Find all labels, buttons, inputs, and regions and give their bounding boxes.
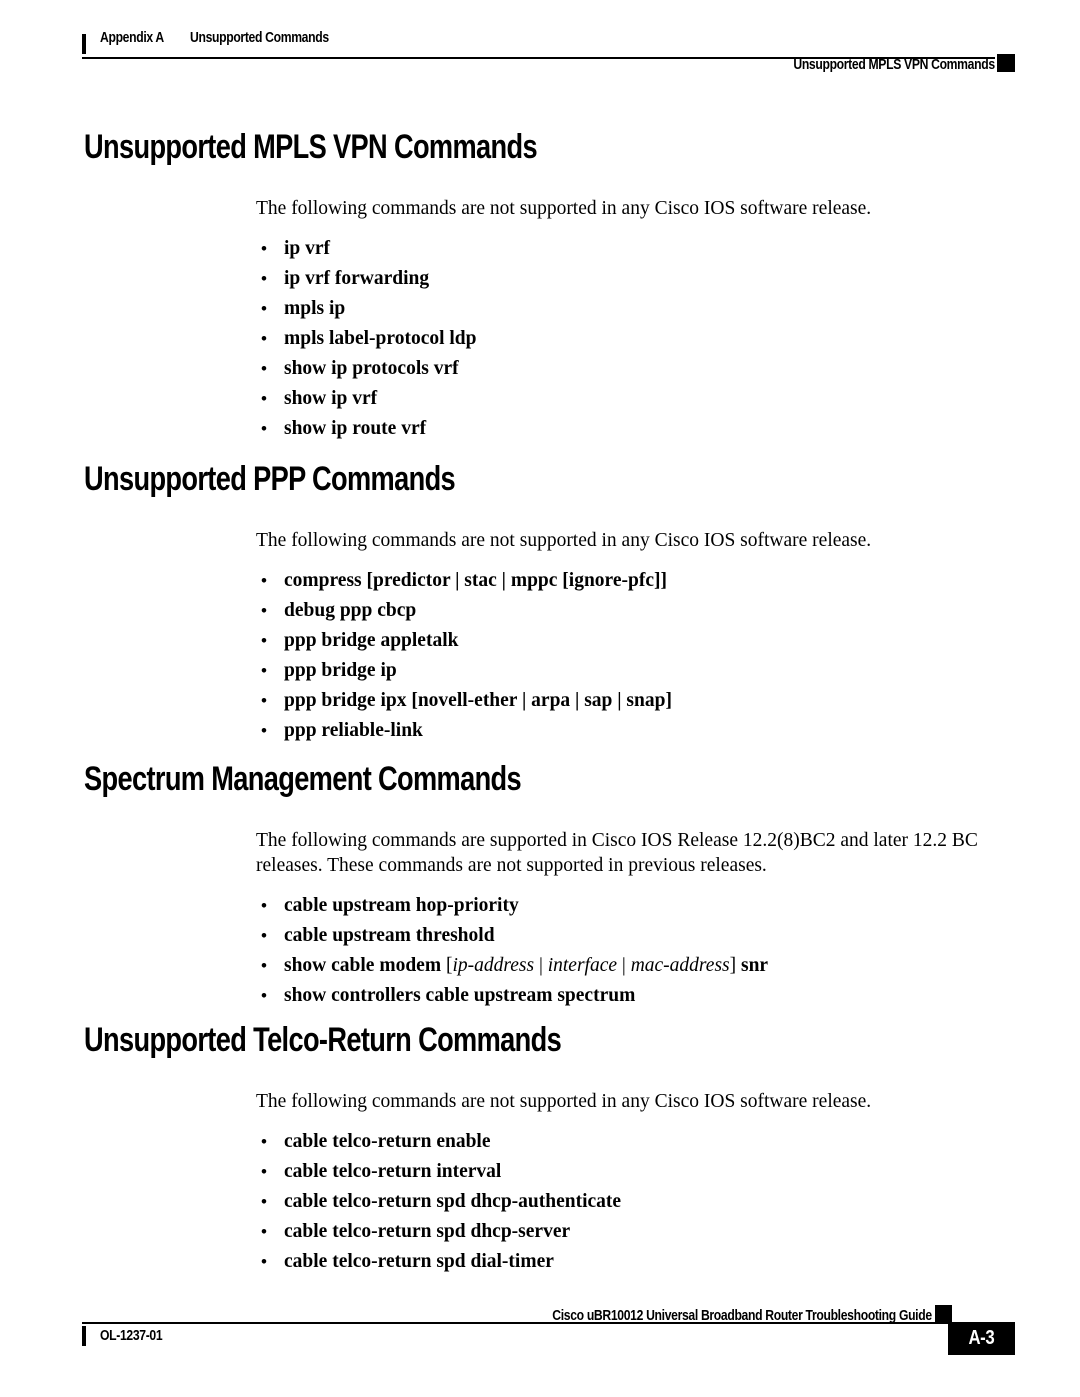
command-token: | [534, 955, 548, 976]
list-item: show ip route vrf [256, 414, 1014, 444]
header-left-group: Appendix A Unsupported Commands [100, 30, 355, 46]
list-item: mpls label-protocol ldp [256, 324, 1014, 354]
list-item: mpls ip [256, 294, 1014, 324]
page-footer: Cisco uBR10012 Universal Broadband Route… [0, 1300, 1080, 1370]
footer-left-tick [82, 1326, 86, 1346]
list-item: ppp reliable-link [256, 716, 1014, 746]
list-item: cable telco-return spd dial-timer [256, 1247, 1014, 1277]
list-item: show ip protocols vrf [256, 354, 1014, 384]
list-item: cable telco-return spd dhcp-authenticate [256, 1187, 1014, 1217]
document-page: Appendix A Unsupported Commands Unsuppor… [0, 0, 1080, 1397]
footer-rule [82, 1322, 952, 1324]
list-item: ip vrf [256, 234, 1014, 264]
footer-document-number: OL-1237-01 [100, 1328, 163, 1344]
section-spectrum-management-commands: Spectrum Management Commands The followi… [84, 762, 1014, 1011]
list-item: cable upstream hop-priority [256, 891, 1014, 921]
list-item: ip vrf forwarding [256, 264, 1014, 294]
section-title: Unsupported MPLS VPN Commands [84, 128, 538, 166]
list-item: ppp bridge appletalk [256, 626, 1014, 656]
list-item: ppp bridge ip [256, 656, 1014, 686]
footer-page-number: A-3 [968, 1327, 995, 1349]
header-black-square-marker [997, 54, 1015, 72]
section-intro-paragraph: The following commands are not supported… [256, 198, 872, 219]
list-item: cable telco-return spd dhcp-server [256, 1217, 1014, 1247]
command-list: compress [predictor | stac | mppc [ignor… [256, 566, 1014, 746]
list-item: compress [predictor | stac | mppc [ignor… [256, 566, 1014, 596]
command-list: ip vrf ip vrf forwarding mpls ip mpls la… [256, 234, 1014, 444]
list-item: ppp bridge ipx [novell-ether | arpa | sa… [256, 686, 1014, 716]
command-token: interface [547, 955, 618, 976]
command-token: snr [736, 955, 769, 976]
header-appendix-label: Appendix A [100, 30, 164, 46]
header-left-tick [82, 34, 86, 54]
section-unsupported-ppp-commands: Unsupported PPP Commands The following c… [84, 462, 1014, 746]
command-token: show cable modem [284, 955, 446, 976]
section-unsupported-mpls-vpn-commands: Unsupported MPLS VPN Commands The follow… [84, 130, 1014, 444]
section-title: Unsupported PPP Commands [84, 460, 456, 498]
list-item: debug ppp cbcp [256, 596, 1014, 626]
section-intro-paragraph: The following commands are not supported… [256, 1091, 872, 1112]
list-item: show cable modem [ip-address | interface… [256, 951, 1014, 981]
list-item: cable telco-return enable [256, 1127, 1014, 1157]
list-item: show controllers cable upstream spectrum [256, 981, 1014, 1011]
header-running-head-right: Unsupported MPLS VPN Commands [793, 57, 996, 73]
section-intro-paragraph: The following commands are not supported… [256, 530, 872, 551]
command-list: cable telco-return enable cable telco-re… [256, 1127, 1014, 1277]
section-title: Unsupported Telco-Return Commands [84, 1021, 562, 1059]
list-item: show ip vrf [256, 384, 1014, 414]
footer-black-square-marker [935, 1305, 952, 1322]
list-item: cable telco-return interval [256, 1157, 1014, 1187]
command-list: cable upstream hop-priority cable upstre… [256, 891, 1014, 1011]
section-title: Spectrum Management Commands [84, 760, 522, 798]
command-token: mac-address [630, 955, 730, 976]
page-header: Appendix A Unsupported Commands Unsuppor… [0, 30, 1080, 82]
list-item: cable upstream threshold [256, 921, 1014, 951]
footer-page-number-box: A-3 [948, 1322, 1015, 1355]
section-unsupported-telco-return-commands: Unsupported Telco-Return Commands The fo… [84, 1023, 1014, 1277]
command-token: ip-address [452, 955, 535, 976]
header-chapter-title: Unsupported Commands [190, 30, 329, 46]
command-token: | [617, 955, 631, 976]
section-intro-paragraph: The following commands are supported in … [256, 830, 978, 876]
